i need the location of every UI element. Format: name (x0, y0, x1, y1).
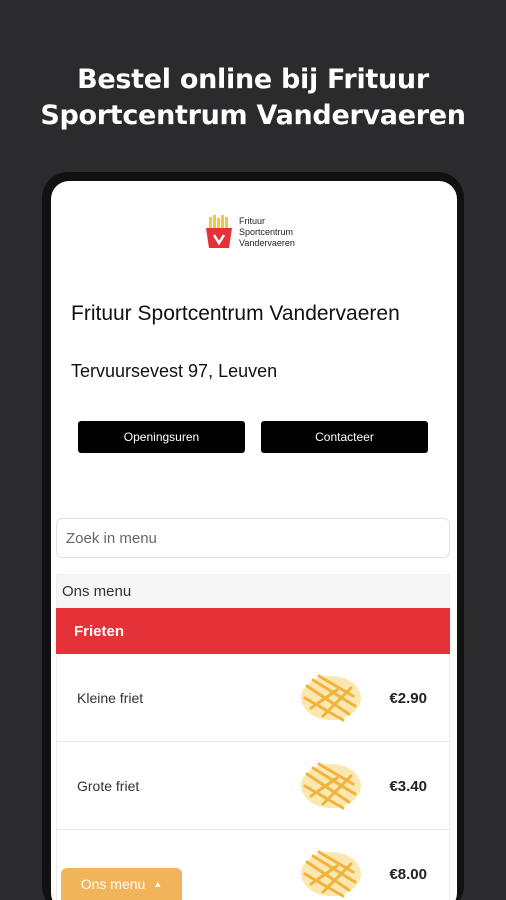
logo-text-line-1: Frituur (239, 215, 266, 226)
menu-section-header: Ons menu (56, 574, 450, 608)
caret-up-icon: ▲ (153, 879, 163, 889)
menu-item-price: €8.00 (389, 865, 427, 883)
menu-item[interactable]: Grote friet €3.40 (56, 742, 450, 830)
menu-item-name: Kleine friet (77, 690, 144, 706)
app-screen: Frituur Sportcentrum Vandervaeren Frituu… (51, 181, 457, 900)
headline-line-1: Bestel online bij Frituur (77, 64, 429, 95)
logo-text-line-3: Vandervaeren (239, 237, 295, 248)
floating-menu-button[interactable]: Ons menu ▲ (61, 868, 182, 900)
promo-headline: Bestel online bij Frituur Sportcentrum V… (0, 62, 506, 134)
fries-photo (301, 674, 361, 722)
category-frieten[interactable]: Frieten (56, 608, 450, 654)
menu-search-input[interactable]: Zoek in menu (56, 518, 450, 558)
logo-text-line-2: Sportcentrum (239, 226, 294, 237)
fries-icon (206, 215, 232, 248)
fries-photo (301, 850, 361, 898)
menu-item-price: €2.90 (389, 689, 427, 707)
opening-hours-button[interactable]: Openingsuren (78, 421, 245, 453)
floating-menu-label: Ons menu (80, 876, 146, 892)
headline-line-2: Sportcentrum Vandervaeren (40, 100, 466, 131)
menu-item-price: €3.40 (389, 777, 427, 795)
contact-button[interactable]: Contacteer (261, 421, 428, 453)
shop-name: Frituur Sportcentrum Vandervaeren (71, 302, 400, 325)
fries-photo (301, 762, 361, 810)
menu-item[interactable]: Kleine friet €2.90 (56, 654, 450, 742)
menu-item-name: Grote friet (77, 778, 140, 794)
shop-address: Tervuursevest 97, Leuven (71, 361, 278, 381)
shop-logo: Frituur Sportcentrum Vandervaeren (203, 211, 295, 253)
